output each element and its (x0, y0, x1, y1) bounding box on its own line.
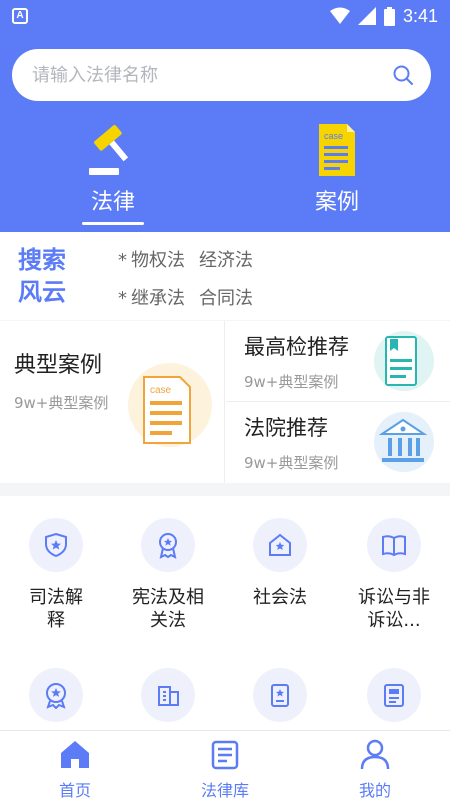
badge-star-icon (46, 683, 66, 709)
category-label: 宪法及相关法 (132, 587, 204, 631)
category-item[interactable] (0, 668, 112, 730)
battery-icon (383, 6, 395, 26)
tab-law-label: 法律 (90, 190, 135, 215)
hot-search-section: 搜索风云 * 物权法 经济法 * 继承法 合同法 (0, 232, 450, 320)
home-icon (61, 741, 89, 768)
courthouse-icon (374, 412, 434, 472)
svg-text:case: case (150, 385, 172, 396)
category-grid: 司法解释 宪法及相关法 社会法 诉讼与非诉讼... (0, 496, 450, 730)
wifi-icon (329, 7, 350, 24)
shield-star-icon (45, 532, 67, 558)
hot-search-item[interactable]: 合同法 (199, 288, 253, 309)
case-document-icon: case (319, 124, 355, 176)
medal-star-icon (159, 533, 177, 559)
law-library-icon (211, 740, 239, 770)
nav-label: 首页 (58, 781, 91, 800)
card-subtitle: 9w+典型案例 (244, 373, 339, 391)
clock: 3:41 (402, 5, 438, 26)
search-icon[interactable] (391, 63, 415, 87)
building-icon (158, 686, 179, 706)
tab-case-label: 案例 (314, 190, 359, 215)
status-bar: A 3:41 (0, 0, 450, 32)
header: 法律 case 案例 (0, 32, 450, 232)
hot-search-bullet: * (118, 250, 127, 271)
category-litigation[interactable]: 诉讼与非诉讼... (338, 518, 450, 632)
card-title: 法院推荐 (244, 416, 328, 440)
hot-search-item[interactable]: 经济法 (199, 250, 253, 271)
active-tab-indicator (82, 222, 144, 225)
card-title: 最高检推荐 (244, 335, 349, 359)
nav-label: 法律库 (200, 781, 249, 800)
category-judicial-interpretation[interactable]: 司法解释 (0, 518, 112, 632)
svg-text:case: case (324, 131, 343, 141)
signal-icon (357, 7, 376, 25)
category-item[interactable] (224, 668, 336, 730)
hot-search-row: * 继承法 合同法 (118, 284, 267, 310)
hot-search-bullet: * (118, 288, 127, 309)
procuratorate-recommend-card[interactable]: 最高检推荐 9w+典型案例 (226, 321, 450, 402)
card-subtitle: 9w+典型案例 (14, 394, 109, 412)
nav-label: 我的 (358, 781, 391, 800)
category-constitution[interactable]: 宪法及相关法 (112, 518, 224, 632)
search-input[interactable] (32, 59, 372, 91)
recommend-cards: 典型案例 9w+典型案例 case 最高检推荐 9w+典型案例 法院推荐 9w+… (0, 321, 450, 483)
category-social-law[interactable]: 社会法 (224, 518, 336, 609)
category-label: 诉讼与非诉讼... (358, 587, 430, 631)
certificate-star-icon (271, 684, 289, 707)
document-list-icon (384, 684, 404, 707)
hot-search-item[interactable]: 物权法 (131, 250, 185, 271)
user-icon (360, 739, 390, 770)
bookmark-document-icon (374, 331, 434, 391)
status-icons: 3:41 (329, 4, 438, 28)
hot-search-title: 搜索风云 (18, 246, 66, 306)
app-notification-icon: A (12, 8, 28, 24)
typical-cases-card[interactable]: 典型案例 9w+典型案例 case (0, 321, 225, 483)
nav-profile[interactable]: 我的 (320, 737, 430, 800)
category-label: 司法解释 (29, 587, 83, 631)
hot-search-row: * 物权法 经济法 (118, 246, 267, 272)
nav-law-library[interactable]: 法律库 (170, 737, 280, 800)
open-book-icon (382, 535, 406, 557)
house-star-icon (269, 533, 291, 556)
category-item[interactable] (112, 668, 224, 730)
case-document-icon: case (128, 363, 212, 447)
category-item[interactable] (338, 668, 450, 730)
category-label: 社会法 (253, 587, 307, 608)
gavel-icon (89, 125, 129, 175)
card-title: 典型案例 (14, 353, 103, 378)
search-bar[interactable] (12, 49, 431, 101)
bottom-nav: 首页 法律库 我的 (0, 730, 450, 800)
tab-case[interactable]: case 案例 (277, 122, 397, 222)
card-subtitle: 9w+典型案例 (244, 454, 339, 472)
hot-search-item[interactable]: 继承法 (131, 288, 185, 309)
tab-law[interactable]: 法律 (53, 122, 173, 225)
nav-home[interactable]: 首页 (20, 737, 130, 800)
court-recommend-card[interactable]: 法院推荐 9w+典型案例 (226, 402, 450, 483)
